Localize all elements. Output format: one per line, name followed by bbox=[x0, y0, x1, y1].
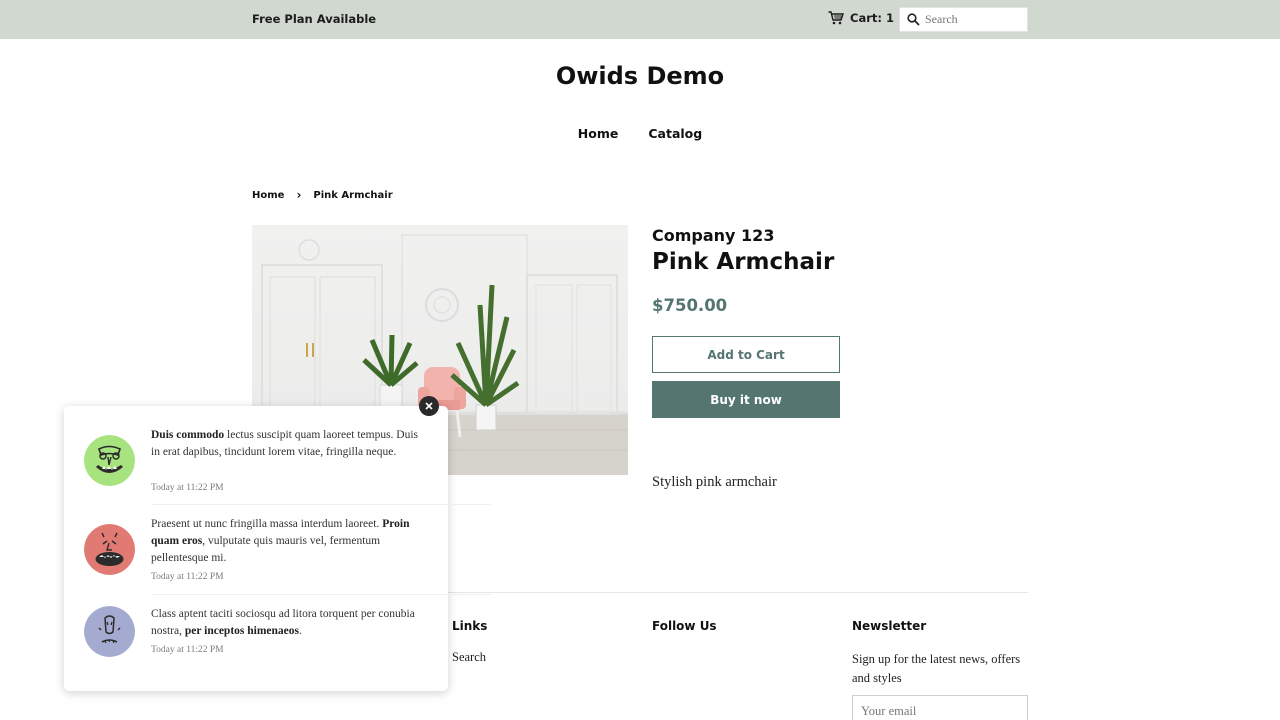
notification-message: Duis commodo lectus suscipit quam laoree… bbox=[151, 427, 426, 461]
add-to-cart-button[interactable]: Add to Cart bbox=[652, 336, 840, 373]
newsletter-text: Sign up for the latest news, offers and … bbox=[852, 652, 1021, 685]
notification-popup: Duis commodo lectus suscipit quam laoree… bbox=[64, 406, 491, 691]
search-box[interactable] bbox=[899, 7, 1028, 32]
notification-time: Today at 11:22 PM bbox=[151, 483, 224, 493]
red-monster-avatar-icon bbox=[84, 524, 135, 575]
notification-message: Praesent ut nunc fringilla massa interdu… bbox=[151, 516, 426, 567]
notification-message: Class aptent taciti sociosqu ad litora t… bbox=[151, 606, 426, 640]
buy-it-now-button[interactable]: Buy it now bbox=[652, 381, 840, 418]
footer-link-search[interactable]: Search bbox=[452, 650, 486, 665]
close-icon[interactable] bbox=[425, 402, 433, 410]
blue-monster-avatar-icon bbox=[84, 606, 135, 657]
announcement-bar: Free Plan Available Cart: 1 bbox=[0, 0, 1280, 39]
notification-divider bbox=[151, 504, 491, 505]
breadcrumb-home[interactable]: Home bbox=[252, 190, 284, 201]
green-monster-avatar-icon bbox=[84, 435, 135, 486]
footer-follow-heading: Follow Us bbox=[652, 619, 717, 633]
cart-label: Cart: 1 bbox=[850, 11, 894, 25]
newsletter-email-input[interactable] bbox=[852, 695, 1028, 720]
search-input[interactable] bbox=[925, 12, 1023, 27]
close-popup-button[interactable] bbox=[419, 396, 439, 416]
breadcrumb-current: Pink Armchair bbox=[313, 189, 393, 201]
product-title: Pink Armchair bbox=[652, 249, 835, 275]
product-description: Stylish pink armchair bbox=[652, 474, 777, 490]
breadcrumb: Home › Pink Armchair bbox=[252, 188, 393, 202]
footer-links-heading: Links bbox=[452, 619, 488, 633]
notification-time: Today at 11:22 PM bbox=[151, 572, 224, 582]
notification-bold: Duis commodo bbox=[151, 429, 225, 441]
promo-text: Free Plan Available bbox=[252, 12, 377, 26]
cart-link[interactable]: Cart: 1 bbox=[828, 11, 894, 25]
cart-icon bbox=[828, 11, 844, 25]
product-price: $750.00 bbox=[652, 296, 728, 315]
nav-item-home[interactable]: Home bbox=[578, 126, 619, 141]
nav-item-catalog[interactable]: Catalog bbox=[648, 126, 702, 141]
notification-bold: per inceptos himenaeos bbox=[184, 625, 300, 637]
notification-divider bbox=[151, 594, 491, 595]
search-icon[interactable] bbox=[907, 13, 920, 26]
notification-text: Praesent ut nunc fringilla massa interdu… bbox=[151, 518, 383, 530]
product-vendor: Company 123 bbox=[652, 226, 775, 245]
footer-newsletter-heading: Newsletter bbox=[852, 619, 927, 633]
notification-text: . bbox=[299, 625, 302, 637]
breadcrumb-separator: › bbox=[296, 188, 302, 202]
main-nav: Home Catalog bbox=[0, 126, 1280, 141]
site-title[interactable]: Owids Demo bbox=[0, 62, 1280, 90]
notification-time: Today at 11:22 PM bbox=[151, 645, 224, 655]
